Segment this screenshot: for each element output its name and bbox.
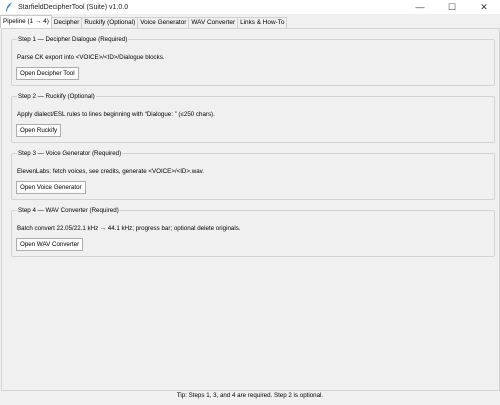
step-4-description: Batch convert 22.05/22.1 kHz → 44.1 kHz;…: [17, 225, 241, 232]
title-bar: StarfieldDecipherTool (Suite) v1.0.0 — ☐…: [0, 0, 500, 14]
tab-bar: Pipeline (1 → 4) Decipher Ruckify (Optio…: [0, 15, 500, 28]
minimize-button[interactable]: —: [404, 0, 436, 14]
feather-icon: [4, 2, 13, 12]
footer-tip: Tip: Steps 1, 3, and 4 are required. Ste…: [176, 392, 324, 399]
open-decipher-tool-button[interactable]: Open Decipher Tool: [16, 67, 79, 80]
tab-pipeline[interactable]: Pipeline (1 → 4): [0, 15, 52, 28]
tab-links-how-to[interactable]: Links & How-To: [237, 17, 288, 28]
step-1-group: Step 1 — Decipher Dialogue (Required) Pa…: [11, 35, 495, 86]
tab-wav-converter[interactable]: WAV Converter: [188, 17, 239, 28]
minimize-icon: —: [415, 2, 425, 12]
step-2-legend: Step 2 — Ruckify (Optional): [17, 92, 96, 101]
step-2-group: Step 2 — Ruckify (Optional) Apply dialec…: [11, 92, 495, 143]
open-wav-converter-button[interactable]: Open WAV Converter: [16, 238, 84, 251]
open-voice-generator-button[interactable]: Open Voice Generator: [16, 181, 86, 194]
close-icon: ✕: [480, 1, 488, 12]
open-ruckify-button[interactable]: Open Ruckify: [16, 124, 62, 137]
tab-voice-generator[interactable]: Voice Generator: [137, 17, 190, 28]
tab-decipher[interactable]: Decipher: [50, 17, 83, 28]
step-4-legend: Step 4 — WAV Converter (Required): [17, 206, 120, 215]
window-title: StarfieldDecipherTool (Suite) v1.0.0: [18, 3, 129, 11]
step-3-description: ElevenLabs: fetch voices, see credits, g…: [17, 168, 204, 175]
maximize-button[interactable]: ☐: [436, 0, 468, 14]
step-1-legend: Step 1 — Decipher Dialogue (Required): [17, 35, 129, 44]
step-4-group: Step 4 — WAV Converter (Required) Batch …: [11, 206, 495, 257]
pipeline-panel: Step 1 — Decipher Dialogue (Required) Pa…: [1, 28, 500, 391]
window-controls: — ☐ ✕: [404, 0, 500, 14]
maximize-icon: ☐: [447, 1, 457, 12]
step-1-description: Parse CK export into <VOICE>/<ID>/Dialog…: [17, 54, 165, 61]
close-button[interactable]: ✕: [468, 0, 500, 14]
step-2-description: Apply dialect/ESL rules to lines beginni…: [17, 111, 215, 118]
tab-ruckify[interactable]: Ruckify (Optional): [81, 17, 139, 28]
step-3-legend: Step 3 — Voice Generator (Required): [17, 149, 123, 158]
step-3-group: Step 3 — Voice Generator (Required) Elev…: [11, 149, 495, 200]
